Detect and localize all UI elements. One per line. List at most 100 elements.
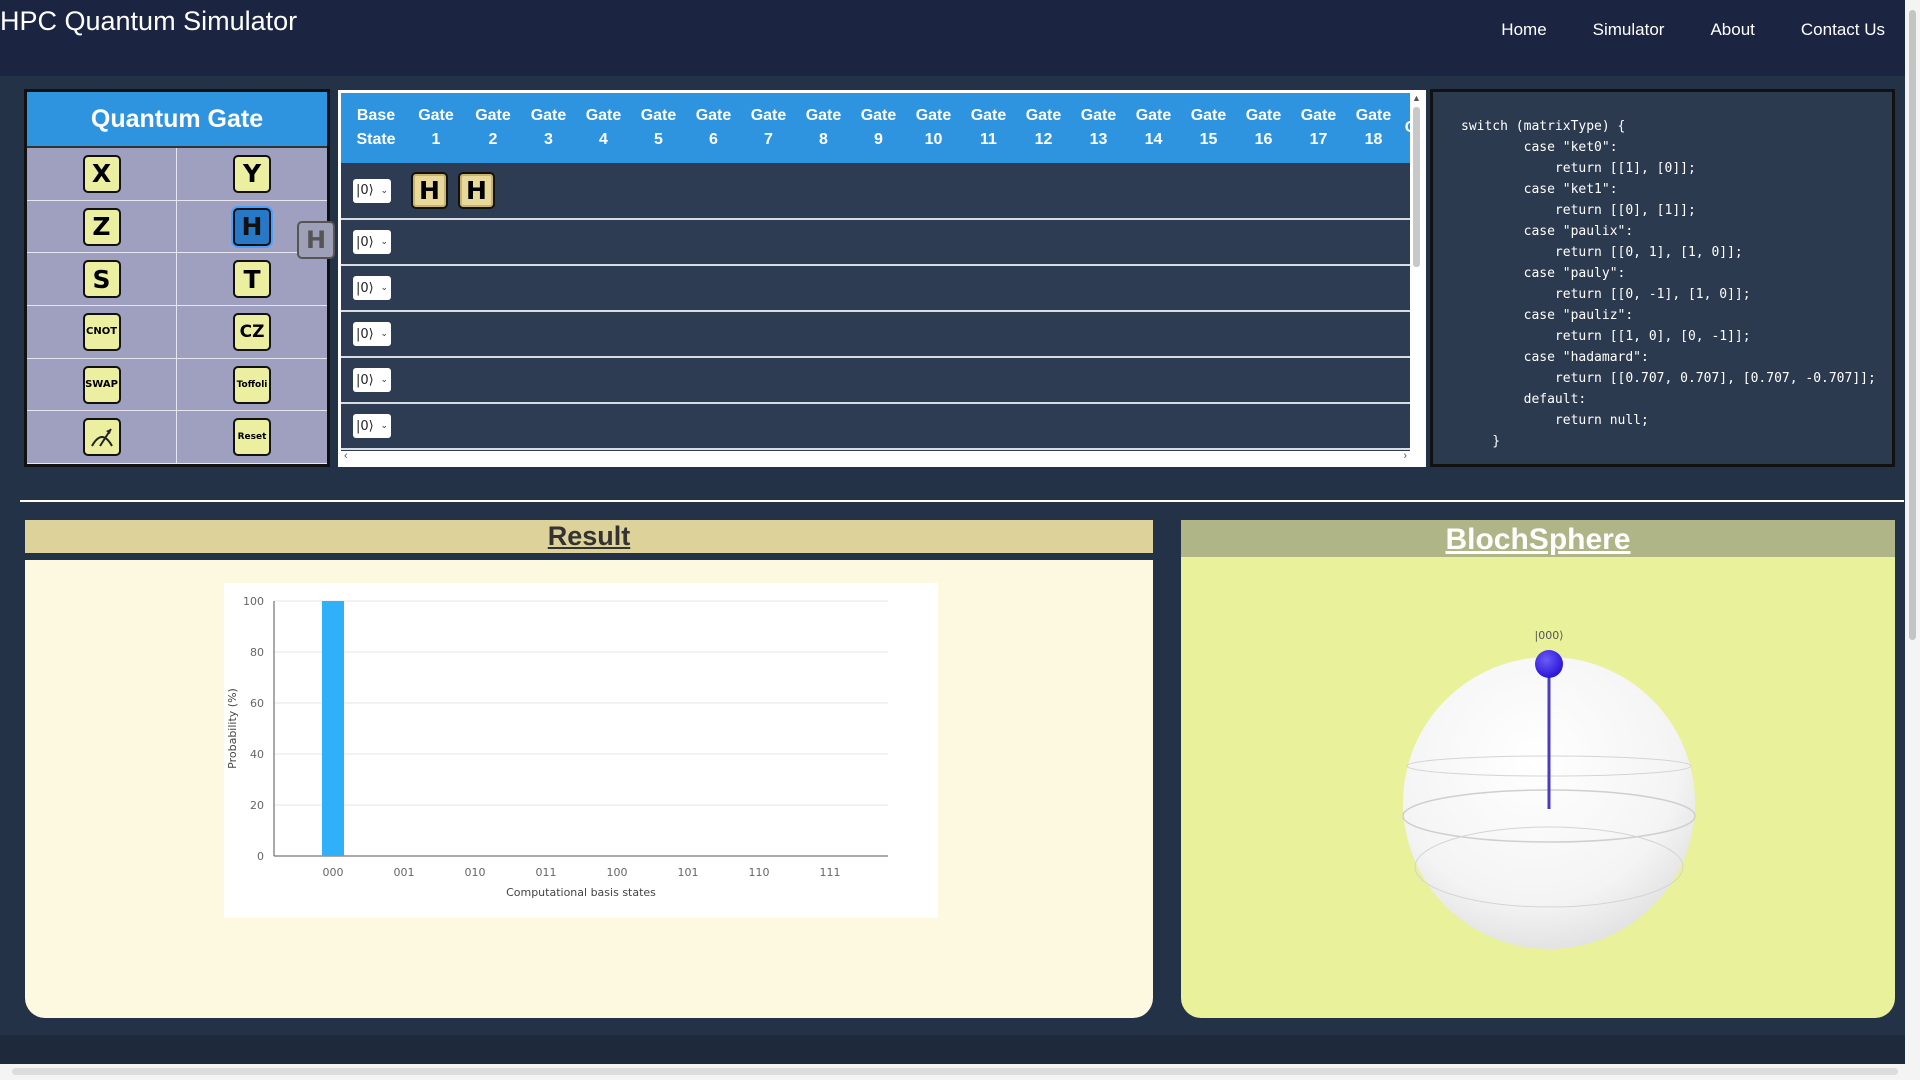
- y-tick-label: 20: [250, 799, 264, 812]
- header-number: 2: [488, 131, 498, 148]
- nav-about-link[interactable]: About: [1710, 20, 1754, 40]
- header-number: 10: [924, 131, 943, 148]
- palette-cell: S: [27, 253, 177, 307]
- palette-cell: CNOT: [27, 306, 177, 359]
- header-number: 3: [544, 131, 553, 148]
- base-state-select[interactable]: |0⟩ ⌄: [353, 414, 391, 438]
- palette-grid: X Y Z H H S T CNOT CZ SWAP Toffoli Reset: [27, 148, 335, 465]
- qubit-row: |0⟩ ⌄: [341, 358, 1413, 404]
- header-number: 1: [431, 131, 441, 148]
- header-label: Gate: [695, 107, 732, 124]
- header-label: Base: [356, 107, 396, 124]
- header-gate-column: Gate 2: [465, 104, 521, 152]
- x-gate-button[interactable]: X: [82, 154, 121, 193]
- circuit-vertical-scrollbar[interactable]: ▲ ▼: [1410, 93, 1423, 464]
- base-state-select[interactable]: |0⟩ ⌄: [353, 230, 391, 254]
- state-vector-tip: [1535, 650, 1563, 678]
- x-tick-label: 001: [394, 866, 415, 879]
- header-label: Gate: [585, 107, 622, 124]
- base-state-select[interactable]: |0⟩ ⌄: [353, 178, 391, 203]
- placed-gate[interactable]: H: [458, 172, 495, 209]
- header-gate-column: Gate 18: [1346, 104, 1401, 152]
- y-tick-label: 60: [250, 697, 264, 710]
- circuit-header-row: Base State Gate 1 Gate 2 Gate 3 Gate 4 Gate 5 Gate 6 G…: [341, 93, 1417, 163]
- header-number: 11: [980, 131, 997, 148]
- y-tick-label: 0: [257, 850, 264, 863]
- palette-title: Quantum Gate: [27, 92, 327, 148]
- t-gate-button[interactable]: T: [233, 260, 271, 299]
- header-label: Gate: [860, 107, 897, 124]
- z-gate-button[interactable]: Z: [82, 207, 121, 246]
- circuit-rows: |0⟩ ⌄ H H |0⟩ ⌄ |0⟩ ⌄ |0⟩ ⌄ |0⟩ ⌄ |0⟩ ⌄: [341, 163, 1413, 450]
- header-number: 18: [1364, 131, 1383, 148]
- x-tick-label: 111: [820, 866, 841, 879]
- header-number: 17: [1309, 131, 1328, 148]
- nav-contact-link[interactable]: Contact Us: [1801, 20, 1885, 40]
- header-number: 4: [599, 131, 608, 148]
- header-label: Gate: [1080, 107, 1117, 124]
- chevron-down-icon: ⌄: [380, 185, 388, 196]
- base-state-select[interactable]: |0⟩ ⌄: [353, 368, 391, 392]
- scroll-left-icon[interactable]: ‹: [344, 450, 348, 462]
- page-horizontal-scrollbar[interactable]: [0, 1064, 1920, 1080]
- cz-gate-button[interactable]: CZ: [233, 312, 271, 351]
- swap-gate-button[interactable]: SWAP: [82, 365, 121, 404]
- palette-cell: Z: [27, 200, 177, 254]
- header-gate-column: Gate 16: [1236, 104, 1291, 152]
- header-gate-column: Gate 7: [741, 104, 796, 152]
- result-panel: 0 20 40 60 80 100 000 001 010 011 100 101 110 111 Comp…: [25, 560, 1153, 1018]
- qubit-row: |0⟩ ⌄: [341, 312, 1413, 358]
- header-label: Gate: [1355, 107, 1392, 124]
- scroll-up-icon[interactable]: ▲: [1412, 93, 1421, 103]
- circuit-horizontal-scrollbar[interactable]: ‹ ›: [341, 450, 1423, 464]
- result-title: Result: [25, 520, 1153, 553]
- nav-home-link[interactable]: Home: [1501, 20, 1546, 40]
- header-label: Gate: [1135, 107, 1172, 124]
- measure-gate-button[interactable]: [82, 418, 121, 457]
- state-label: |000⟩: [1535, 629, 1564, 642]
- chevron-down-icon: ⌄: [380, 283, 388, 293]
- base-state-value: |0⟩: [356, 234, 374, 250]
- header-number: 6: [709, 131, 718, 148]
- x-axis-label: Computational basis states: [506, 886, 656, 899]
- page-vertical-scrollbar[interactable]: [1905, 0, 1920, 1064]
- base-state-select[interactable]: |0⟩ ⌄: [353, 276, 391, 300]
- header-number: 13: [1089, 131, 1108, 148]
- row-gates: HH: [411, 172, 495, 209]
- header-number: 7: [764, 131, 773, 148]
- toffoli-gate-button[interactable]: Toffoli: [233, 365, 271, 404]
- cnot-gate-button[interactable]: CNOT: [82, 312, 121, 351]
- header-label: Gate: [1245, 107, 1282, 124]
- scrollbar-thumb[interactable]: [1413, 107, 1420, 267]
- y-gate-button[interactable]: Y: [233, 154, 271, 193]
- header-number: State: [356, 131, 396, 148]
- header-number: 15: [1199, 131, 1218, 148]
- bar-000[interactable]: [322, 601, 344, 856]
- base-state-select[interactable]: |0⟩ ⌄: [353, 322, 391, 346]
- bloch-panel: |000⟩: [1181, 557, 1895, 1018]
- app-title[interactable]: HPC Quantum Simulator: [0, 6, 297, 37]
- h-gate-button[interactable]: H: [233, 207, 271, 246]
- page-scrollbar-thumb[interactable]: [1909, 10, 1916, 640]
- header-label: Gate: [805, 107, 842, 124]
- header-gate-column: Gate 5: [631, 104, 686, 152]
- placed-gate[interactable]: H: [411, 172, 448, 209]
- s-gate-button[interactable]: S: [82, 260, 121, 299]
- base-state-value: |0⟩: [356, 183, 374, 198]
- nav-simulator-link[interactable]: Simulator: [1593, 20, 1665, 40]
- page-hscrollbar-thumb[interactable]: [12, 1068, 1898, 1075]
- base-state-value: |0⟩: [356, 280, 374, 296]
- header-label: Gate: [970, 107, 1007, 124]
- palette-cell: CZ: [177, 306, 327, 359]
- header-gate-column: Gate 8: [796, 104, 851, 152]
- bloch-title: BlochSphere: [1181, 520, 1895, 557]
- reset-gate-button[interactable]: Reset: [233, 418, 271, 457]
- base-state-value: |0⟩: [356, 326, 374, 342]
- y-tick-label: 40: [250, 748, 264, 761]
- qubit-row: |0⟩ ⌄: [341, 266, 1413, 312]
- navbar: HPC Quantum Simulator Home Simulator Abo…: [0, 0, 1905, 76]
- nav-links: Home Simulator About Contact Us: [1501, 20, 1885, 40]
- scroll-right-icon[interactable]: ›: [1403, 450, 1407, 462]
- gate-palette: Quantum Gate X Y Z H H S T CNOT CZ SWAP …: [24, 89, 335, 467]
- bloch-sphere[interactable]: |000⟩: [1181, 557, 1895, 1018]
